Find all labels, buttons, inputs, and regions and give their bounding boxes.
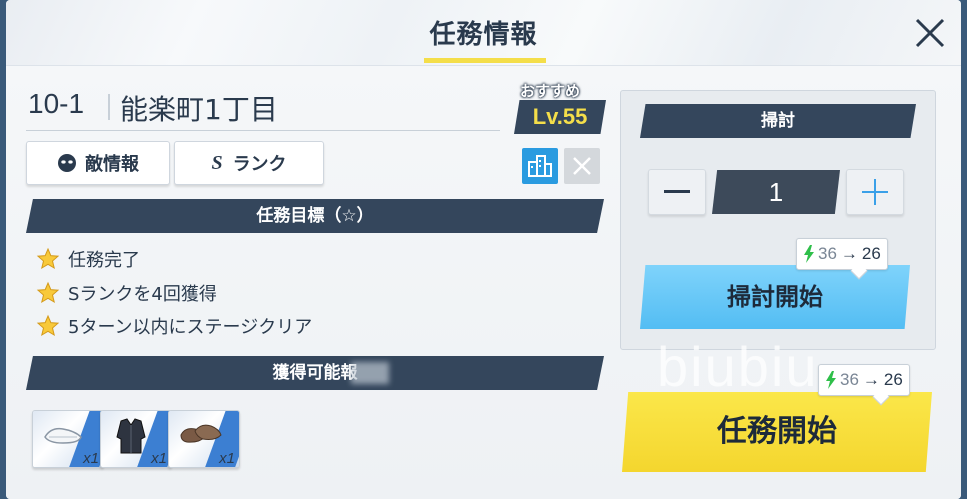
increase-button[interactable] (846, 169, 904, 215)
recommended-level: おすすめ Lv.55 (514, 80, 606, 136)
sweep-cost-to: 26 (861, 244, 881, 263)
stage-name: 能楽町1丁目 (120, 93, 278, 126)
stage-separator (108, 94, 110, 120)
goal-item: 任務完了 (36, 246, 140, 272)
sweep-start-button[interactable]: 掃討開始 (640, 265, 910, 329)
enemy-info-button[interactable]: 敵情報 (26, 141, 170, 185)
title-underline (424, 58, 546, 63)
boots-icon (180, 424, 222, 443)
star-icon (36, 247, 60, 270)
enemy-mask-icon (57, 153, 77, 173)
disabled-x-icon (573, 157, 591, 175)
censor-blur (351, 362, 389, 384)
stage-divider (26, 130, 500, 131)
reward-qty: x1 (151, 450, 167, 467)
mission-start-button[interactable]: 任務開始 (622, 392, 932, 472)
mission-cost-from: 36 (840, 370, 859, 389)
reward-item[interactable]: x1 (100, 410, 172, 468)
terrain-disabled-button (564, 148, 600, 184)
watermark: biubiu (657, 335, 819, 398)
building-icon (528, 155, 552, 177)
star-icon (36, 281, 60, 304)
goal-item: 5ターン以内にステージクリア (36, 313, 312, 339)
sweep-banner: 掃討 (640, 104, 916, 138)
recommended-level-value: Lv.55 (514, 100, 606, 134)
close-icon (915, 18, 945, 48)
decrease-button[interactable] (648, 169, 706, 215)
close-button[interactable] (913, 16, 947, 50)
reward-qty: x1 (83, 450, 99, 467)
sweep-quantity[interactable]: 1 (712, 170, 840, 214)
goals-banner: 任務目標（☆） (26, 199, 604, 233)
rank-label: ランク (232, 154, 287, 175)
minus-icon (664, 190, 690, 193)
jacket-icon (116, 418, 146, 454)
shoes-icon (44, 427, 82, 444)
energy-bolt-icon (826, 371, 836, 389)
s-rank-button[interactable]: S ランク (174, 141, 324, 185)
reward-qty: x1 (219, 450, 235, 467)
terrain-building-button[interactable] (522, 148, 558, 184)
goal-item: Sランクを4回獲得 (36, 280, 217, 306)
mission-cost-bubble: 36 → 26 (818, 364, 910, 406)
plus-icon (862, 179, 888, 205)
dialog-title: 任務情報 (429, 20, 538, 50)
star-icon (36, 314, 60, 337)
recommended-label: おすすめ (520, 82, 581, 100)
goal-text: 任務完了 (68, 250, 140, 271)
arrow-right-icon: → (862, 370, 880, 389)
rank-prefix: S (211, 151, 223, 174)
energy-bolt-icon (804, 245, 814, 263)
dialog-header: 任務情報 (6, 0, 961, 66)
goal-text: 5ターン以内にステージクリア (68, 317, 313, 338)
goal-text: Sランクを4回獲得 (68, 284, 217, 305)
sweep-cost-from: 36 (818, 244, 837, 263)
reward-item[interactable]: x1 (168, 410, 240, 468)
stage-code: 10-1 (28, 88, 85, 119)
sweep-cost-bubble: 36 → 26 (796, 238, 888, 280)
mission-cost-to: 26 (883, 370, 903, 389)
enemy-info-label: 敵情報 (85, 154, 139, 175)
rewards-banner: 獲得可能報 (26, 356, 604, 390)
arrow-right-icon: → (840, 244, 858, 263)
reward-item[interactable]: x1 (32, 410, 104, 468)
